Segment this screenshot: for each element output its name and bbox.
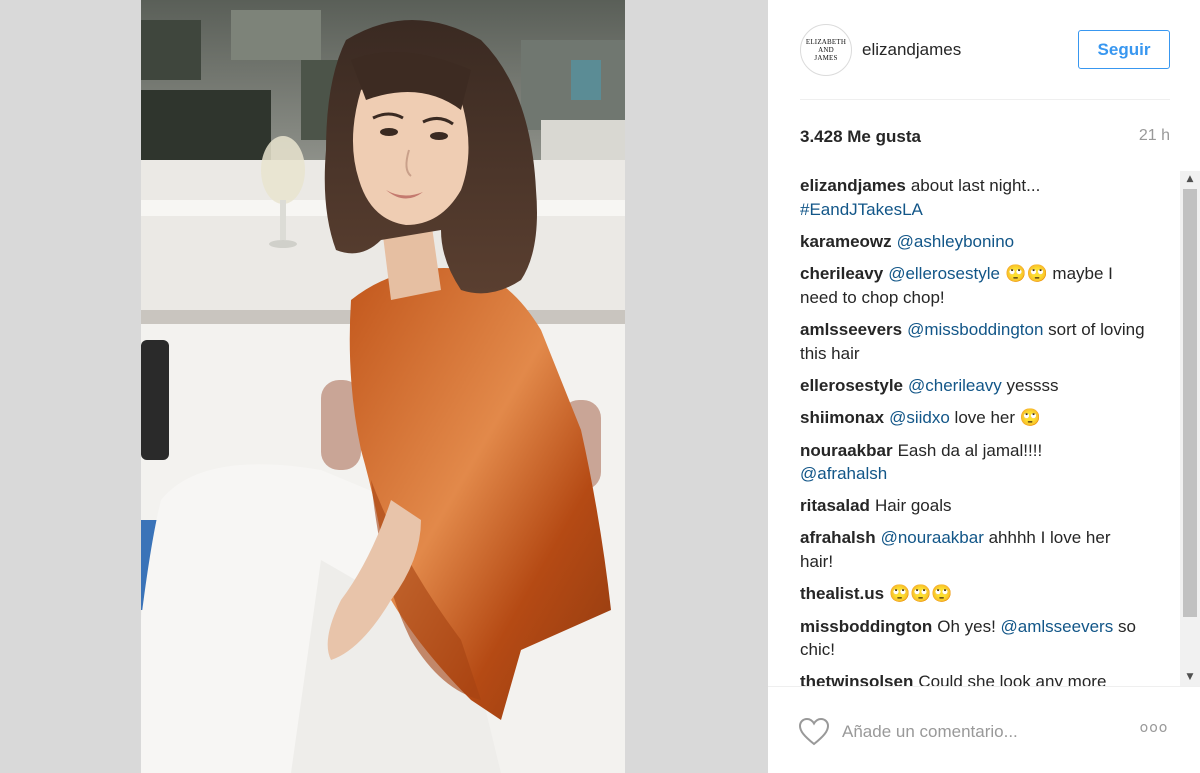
- comment-author[interactable]: afrahalsh: [800, 528, 876, 547]
- likes-row: 3.428 Me gusta 21 h: [800, 127, 1170, 149]
- emoji-icon: 🙄🙄🙄: [889, 583, 953, 604]
- comment-author[interactable]: cherileavy: [800, 264, 883, 283]
- comment-author[interactable]: thealist.us: [800, 584, 884, 603]
- post-header: ELIZABETH AND JAMES elizandjames Seguir: [800, 22, 1170, 78]
- post-side-panel: ELIZABETH AND JAMES elizandjames Seguir …: [768, 0, 1200, 773]
- comment-item: elizandjames about last night... #EandJTak…: [800, 174, 1145, 221]
- username-link[interactable]: elizandjames: [862, 40, 961, 60]
- scroll-up-arrow-icon[interactable]: ▲: [1180, 171, 1200, 188]
- follow-button[interactable]: Seguir: [1078, 30, 1170, 69]
- heart-icon[interactable]: [798, 717, 830, 747]
- comment-item: ritasalad Hair goals: [800, 494, 1145, 518]
- comment-author[interactable]: shiimonax: [800, 408, 884, 427]
- comment-item: ellerosestyle @cherileavy yessss: [800, 374, 1145, 398]
- comment-text: Oh yes!: [937, 616, 1001, 636]
- comment-mention[interactable]: @ashleybonino: [897, 232, 1014, 251]
- comment-text: love her: [949, 407, 1020, 427]
- scroll-down-arrow-icon[interactable]: ▼: [1180, 669, 1200, 686]
- comment-mention[interactable]: @nouraakbar: [881, 528, 984, 547]
- comment-mention[interactable]: @ellerosestyle: [888, 264, 1000, 283]
- header-divider: [800, 99, 1170, 100]
- avatar-line: JAMES: [814, 54, 838, 62]
- avatar[interactable]: ELIZABETH AND JAMES: [800, 24, 852, 76]
- comment-item: amlsseevers @missboddington sort of lovin…: [800, 318, 1145, 365]
- comment-item: karameowz @ashleybonino: [800, 230, 1145, 254]
- comment-item: cherileavy @ellerosestyle 🙄🙄 maybe I need…: [800, 262, 1145, 310]
- comments-scrollbar[interactable]: ▲ ▼: [1180, 171, 1200, 686]
- comment-text: yessss: [1001, 375, 1059, 395]
- comment-author[interactable]: elizandjames: [800, 176, 906, 195]
- emoji-icon: 🙄: [1019, 407, 1041, 428]
- comment-text: Could she look any more: [918, 672, 1107, 686]
- emoji-icon: 🙄🙄: [999, 263, 1048, 284]
- comment-author[interactable]: ellerosestyle: [800, 376, 903, 395]
- comment-author[interactable]: amlsseevers: [800, 320, 902, 339]
- post-time[interactable]: 21 h: [1139, 127, 1170, 145]
- comment-mention[interactable]: #EandJTakesLA: [800, 200, 923, 219]
- comment-author[interactable]: karameowz: [800, 232, 892, 251]
- comment-item: afrahalsh @nouraakbar ahhhh I love her ha…: [800, 526, 1145, 573]
- comment-item: thealist.us 🙄🙄🙄: [800, 582, 1145, 607]
- comment-item: missboddington Oh yes! @amlsseevers so ch…: [800, 615, 1145, 662]
- comment-input[interactable]: [842, 717, 1122, 747]
- comment-text: Hair goals: [874, 496, 952, 515]
- comment-mention[interactable]: @afrahalsh: [800, 464, 887, 483]
- backdrop-left: [0, 0, 141, 773]
- avatar-line: ELIZABETH: [805, 38, 847, 46]
- comment-item: thetwinsolsen Could she look any more: [800, 670, 1145, 686]
- comment-footer: ooo: [768, 686, 1200, 773]
- comment-author[interactable]: thetwinsolsen: [800, 672, 913, 686]
- comment-mention[interactable]: @siidxo: [889, 408, 950, 427]
- scrollbar-thumb[interactable]: [1183, 189, 1197, 617]
- comment-text: about last night...: [910, 176, 1041, 195]
- comments-list[interactable]: elizandjames about last night... #EandJTak…: [800, 174, 1170, 686]
- comment-text: Eash da al jamal!!!!: [897, 440, 1043, 460]
- comment-author[interactable]: missboddington: [800, 617, 932, 636]
- more-options-icon[interactable]: ooo: [1138, 720, 1170, 744]
- comment-mention[interactable]: @cherileavy: [908, 376, 1002, 395]
- comment-mention[interactable]: @missboddington: [907, 320, 1043, 339]
- comment-item: shiimonax @siidxo love her 🙄: [800, 406, 1145, 431]
- avatar-line: AND: [818, 46, 834, 54]
- post-image[interactable]: [141, 0, 625, 773]
- comment-author[interactable]: nouraakbar: [800, 441, 893, 460]
- comment-author[interactable]: ritasalad: [800, 496, 870, 515]
- comment-mention[interactable]: @amlsseevers: [1001, 617, 1114, 636]
- likes-count[interactable]: 3.428 Me gusta: [800, 127, 921, 147]
- comment-item: nouraakbar Eash da al jamal!!!! @afrahalsh: [800, 439, 1145, 486]
- backdrop-gutter: [625, 0, 768, 773]
